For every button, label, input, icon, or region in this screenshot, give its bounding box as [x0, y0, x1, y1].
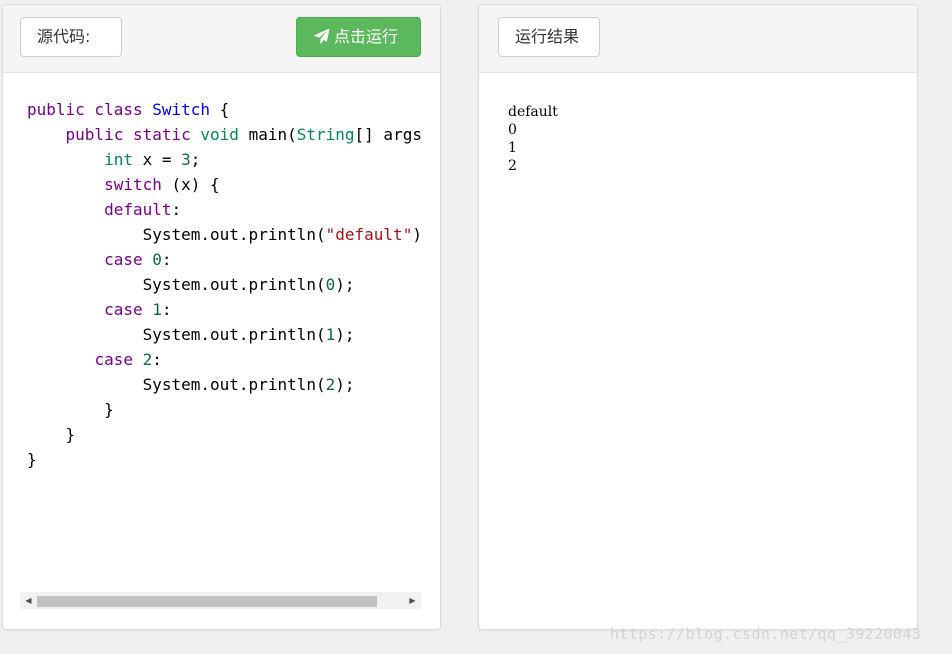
code-token: : [161, 300, 172, 319]
output-line: 0 [508, 122, 517, 138]
code-line: System.out.println(0); [27, 272, 422, 297]
code-token: 1 [152, 300, 162, 319]
code-line: public static void main(String[] args [27, 122, 422, 147]
scroll-right-arrow-icon[interactable]: ▶ [404, 592, 421, 609]
result-label-button[interactable]: 运行结果 [498, 17, 600, 57]
code-token: 3 [181, 150, 191, 169]
code-line: case 1: [27, 297, 422, 322]
result-panel-header: 运行结果 [479, 5, 917, 73]
code-token: ); [335, 375, 355, 394]
result-panel: 运行结果 default 0 1 2 [478, 4, 918, 630]
code-line: case 2: [27, 347, 422, 372]
code-line: } [27, 447, 422, 472]
code-line: public class Switch { [27, 97, 422, 122]
code-token: System.out.println( [27, 275, 326, 294]
code-token: 0 [152, 250, 162, 269]
code-token: x = [132, 150, 182, 169]
paper-plane-icon [313, 28, 330, 45]
code-token: 0 [325, 275, 336, 294]
output-line: default [508, 104, 558, 120]
watermark: https://blog.csdn.net/qq_39220043 [610, 625, 922, 643]
code-token: ); [335, 275, 355, 294]
code-token: : [152, 350, 162, 369]
code-line: int x = 3; [27, 147, 422, 172]
code-token: System.out.println( [27, 325, 326, 344]
code-line: } [27, 422, 422, 447]
code-token: switch [104, 175, 162, 194]
output-line: 1 [508, 140, 517, 156]
code-editor[interactable]: public class Switch { public static void… [3, 73, 440, 629]
code-token: public class [27, 100, 143, 119]
code-line: case 0: [27, 247, 422, 272]
code-token: [] args [354, 125, 422, 144]
source-code-label-button[interactable]: 源代码: [20, 17, 122, 57]
code-token: case [104, 300, 143, 319]
code-token: { [210, 100, 230, 119]
code-token: } [27, 450, 37, 469]
code-token: case [104, 250, 143, 269]
code-token: 2 [325, 375, 336, 394]
horizontal-scrollbar[interactable]: ◀ ▶ [20, 592, 421, 609]
code-token: void [200, 125, 239, 144]
code-token: case [94, 350, 133, 369]
code-line: System.out.println(2); [27, 372, 422, 397]
code-token: String [296, 125, 355, 144]
source-panel-header: 源代码: 点击运行 [3, 5, 440, 73]
source-code-block[interactable]: public class Switch { public static void… [27, 97, 422, 472]
code-line: System.out.println(1); [27, 322, 422, 347]
code-token: main( [238, 125, 297, 144]
code-line: } [27, 397, 422, 422]
code-line: default: [27, 197, 422, 222]
run-button-label: 点击运行 [334, 27, 399, 46]
code-token: System.out.println( [27, 375, 326, 394]
code-token: Switch [152, 100, 211, 119]
code-token: public static [65, 125, 191, 144]
code-token: ; [190, 150, 201, 169]
source-code-panel: 源代码: 点击运行 public class Switch { public s… [2, 4, 441, 630]
code-token: (x) { [161, 175, 220, 194]
run-button[interactable]: 点击运行 [296, 17, 421, 57]
code-token: } [27, 400, 114, 419]
code-token: default [104, 200, 172, 219]
code-token: ) [412, 225, 422, 244]
scrollbar-thumb[interactable] [37, 596, 377, 607]
run-output: default 0 1 2 [508, 103, 558, 175]
code-line: switch (x) { [27, 172, 422, 197]
code-token: } [27, 425, 76, 444]
output-line: 2 [508, 158, 517, 174]
code-token: : [161, 250, 172, 269]
code-token: 1 [325, 325, 336, 344]
code-token: 2 [142, 350, 153, 369]
code-token: "default" [325, 225, 413, 244]
code-token: System.out.println( [27, 225, 326, 244]
code-token: : [171, 200, 182, 219]
code-line: System.out.println("default") [27, 222, 422, 247]
code-token: ); [335, 325, 355, 344]
code-token: int [104, 150, 133, 169]
scroll-left-arrow-icon[interactable]: ◀ [20, 592, 37, 609]
